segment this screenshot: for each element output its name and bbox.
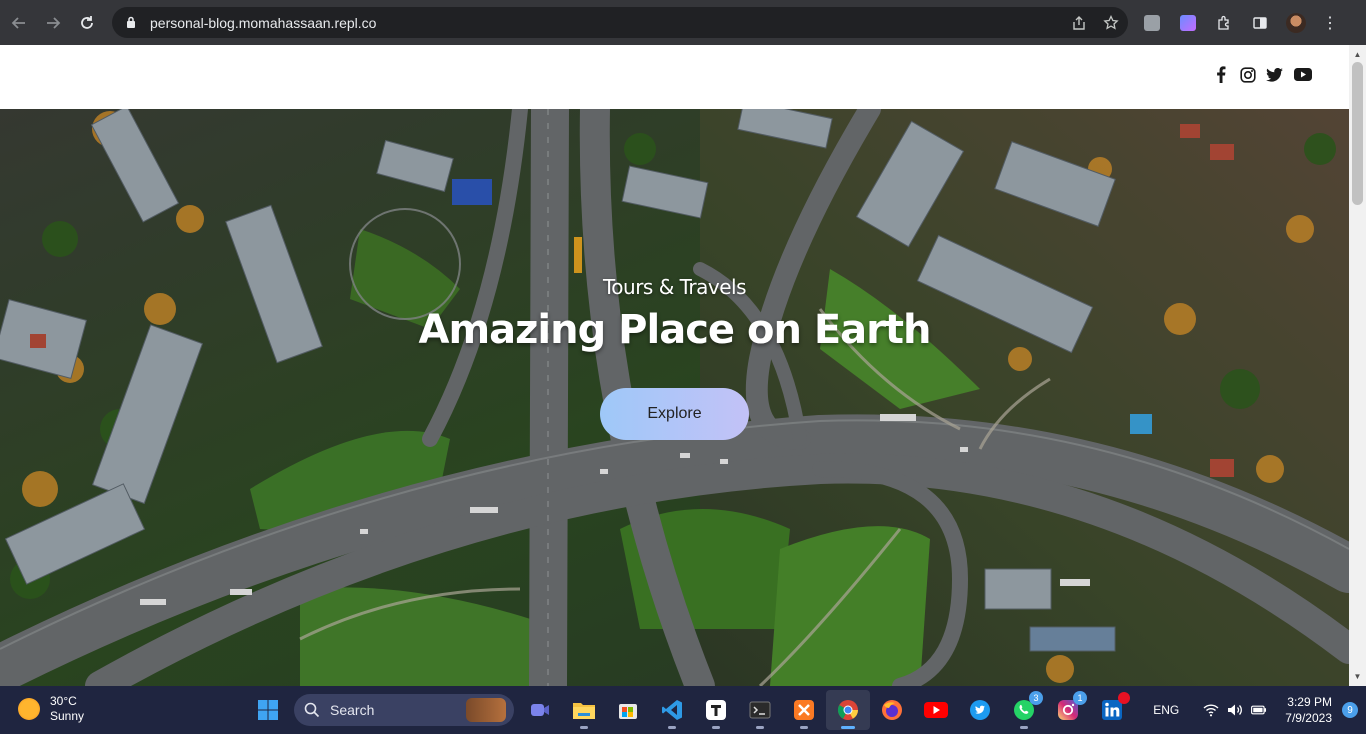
- side-panel-icon[interactable]: [1246, 9, 1274, 37]
- start-button[interactable]: [246, 690, 290, 730]
- scroll-down-icon[interactable]: ▼: [1349, 669, 1366, 684]
- lock-icon: [124, 16, 138, 30]
- taskbar-typora[interactable]: [694, 690, 738, 730]
- clock-date: 7/9/2023: [1285, 711, 1332, 725]
- terminal-icon: [749, 701, 771, 719]
- taskbar-apps: Search 3 1: [246, 686, 1134, 734]
- taskbar-vscode[interactable]: [650, 690, 694, 730]
- taskbar-firefox[interactable]: [870, 690, 914, 730]
- bookmark-star-icon[interactable]: [1102, 14, 1120, 32]
- firefox-icon: [882, 700, 902, 720]
- reload-button[interactable]: [70, 6, 104, 40]
- notification-count-badge[interactable]: 9: [1342, 702, 1358, 718]
- youtube-icon[interactable]: [1292, 65, 1314, 84]
- hero-title: Amazing Place on Earth: [418, 307, 932, 353]
- taskbar-search[interactable]: Search: [294, 694, 514, 726]
- twitter-app-icon: [970, 700, 990, 720]
- start-icon: [258, 700, 278, 720]
- url-text[interactable]: personal-blog.momahassaan.repl.co: [150, 15, 376, 31]
- hero-section: Tours & Travels Amazing Place on Earth E…: [0, 109, 1349, 686]
- scroll-up-icon[interactable]: ▲: [1349, 47, 1366, 62]
- battery-icon[interactable]: [1251, 702, 1267, 718]
- scrollbar-thumb[interactable]: [1352, 62, 1363, 205]
- taskbar-chrome[interactable]: [826, 690, 870, 730]
- puzzle-extensions-icon[interactable]: [1210, 9, 1238, 37]
- windows-taskbar: 30°C Sunny Search 3 1 ENG 3:29 PM 7/9/20…: [0, 686, 1366, 734]
- clock[interactable]: 3:29 PM 7/9/2023: [1285, 694, 1332, 726]
- profile-avatar[interactable]: [1282, 9, 1310, 37]
- address-bar[interactable]: personal-blog.momahassaan.repl.co: [112, 7, 1128, 38]
- youtube-app-icon: [924, 702, 948, 718]
- weather-widget[interactable]: 30°C Sunny: [18, 694, 84, 724]
- meet-icon: [531, 704, 549, 716]
- taskbar-linkedin[interactable]: [1090, 690, 1134, 730]
- share-icon[interactable]: [1070, 14, 1088, 32]
- search-highlight-icon: [466, 698, 506, 722]
- chrome-icon: [837, 700, 858, 720]
- facebook-icon[interactable]: [1211, 65, 1230, 84]
- taskbar-twitter[interactable]: [958, 690, 1002, 730]
- site-header: [0, 45, 1349, 109]
- wifi-icon[interactable]: [1203, 702, 1219, 718]
- explore-button[interactable]: Explore: [600, 388, 749, 440]
- page-viewport: Tours & Travels Amazing Place on Earth E…: [0, 45, 1366, 686]
- instagram-icon[interactable]: [1238, 65, 1257, 84]
- arrow-left-icon: [11, 16, 25, 29]
- weather-condition: Sunny: [50, 709, 85, 723]
- system-tray: ENG 3:29 PM 7/9/2023 9: [1153, 686, 1358, 734]
- clock-time: 3:29 PM: [1287, 695, 1332, 709]
- taskbar-instagram[interactable]: 1: [1046, 690, 1090, 730]
- browser-menu-icon[interactable]: ⋮: [1318, 9, 1342, 37]
- taskbar-meet[interactable]: [518, 690, 562, 730]
- back-button[interactable]: [2, 6, 36, 40]
- weather-temp: 30°C: [50, 694, 77, 708]
- twitter-icon[interactable]: [1265, 65, 1284, 84]
- search-label: Search: [330, 702, 375, 718]
- file-explorer-icon: [573, 703, 595, 719]
- page-scrollbar[interactable]: ▲ ▼: [1349, 45, 1366, 686]
- taskbar-store[interactable]: [606, 690, 650, 730]
- taskbar-whatsapp[interactable]: 3: [1002, 690, 1046, 730]
- taskbar-file-explorer[interactable]: [562, 690, 606, 730]
- social-links: [1211, 65, 1314, 84]
- language-indicator[interactable]: ENG: [1153, 703, 1179, 717]
- instagram-badge: 1: [1073, 691, 1087, 705]
- reload-icon: [81, 15, 93, 29]
- sun-icon: [18, 698, 40, 720]
- store-icon: [619, 704, 637, 719]
- volume-icon[interactable]: [1227, 702, 1243, 718]
- xampp-icon: [794, 700, 814, 720]
- whatsapp-badge: 3: [1029, 691, 1043, 705]
- search-icon: [304, 702, 320, 718]
- taskbar-youtube[interactable]: [914, 690, 958, 730]
- typora-icon: [706, 700, 726, 720]
- linkedin-notification-dot: [1118, 692, 1130, 704]
- taskbar-xampp[interactable]: [782, 690, 826, 730]
- browser-toolbar: personal-blog.momahassaan.repl.co ⋮: [0, 0, 1366, 45]
- arrow-right-icon: [47, 16, 61, 29]
- shield-extension-icon[interactable]: [1138, 9, 1166, 37]
- forward-button[interactable]: [36, 6, 70, 40]
- taskbar-terminal[interactable]: [738, 690, 782, 730]
- extension-icon[interactable]: [1174, 9, 1202, 37]
- vscode-icon: [662, 700, 682, 720]
- hero-subtitle: Tours & Travels: [602, 275, 747, 299]
